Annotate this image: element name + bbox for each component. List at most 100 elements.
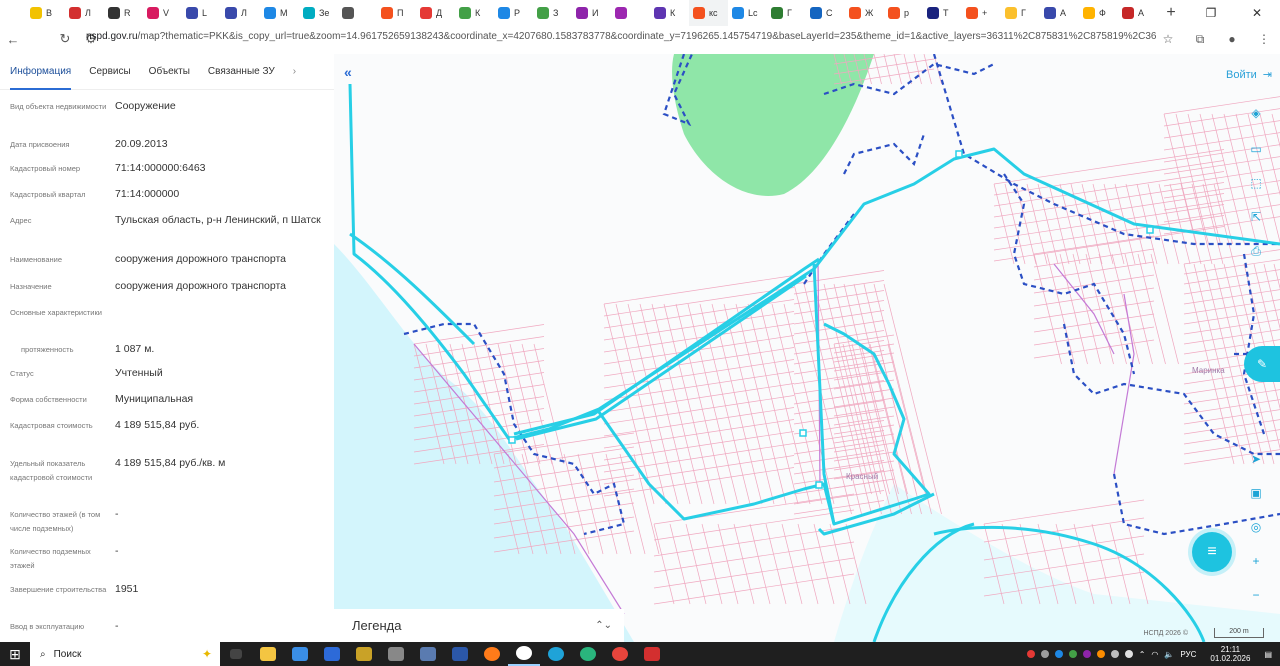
browser-tab[interactable]: R [104, 0, 143, 26]
property-value: сооружения дорожного транспорта [115, 280, 287, 292]
tab-objects[interactable]: Объекты [149, 60, 190, 83]
maps-app-icon[interactable] [572, 642, 604, 666]
clock[interactable]: 21:11 01.02.2026 [1210, 645, 1250, 663]
tab-related-parcels[interactable]: Связанные ЗУ [208, 60, 275, 83]
browser-tab[interactable]: С [806, 0, 845, 26]
share-icon[interactable]: ⇱ [1248, 210, 1264, 224]
settings-app-icon[interactable] [380, 642, 412, 666]
browser-tab[interactable]: Л [65, 0, 104, 26]
notifications-icon[interactable]: ▤ [1264, 650, 1272, 659]
tray-app-icon[interactable] [1096, 650, 1105, 658]
bookmark-star-icon[interactable]: ☆ [1152, 32, 1184, 46]
browser-tab[interactable]: М [260, 0, 299, 26]
edge-icon[interactable] [540, 642, 572, 666]
browser-tab[interactable]: П [377, 0, 416, 26]
legend-toggle-icon[interactable]: ⌃⌄ [595, 620, 612, 631]
browser-tab[interactable]: З [533, 0, 572, 26]
language-indicator[interactable]: РУС [1180, 650, 1196, 659]
new-tab-button[interactable]: + [1161, 4, 1181, 22]
point-marker [815, 481, 823, 489]
save-disk-icon[interactable] [444, 642, 476, 666]
zoom-out-icon[interactable]: − [1248, 588, 1264, 602]
browser-tab[interactable]: Зе [299, 0, 338, 26]
tab-title: Г [1021, 8, 1026, 18]
extensions-icon[interactable]: ⧉ [1184, 32, 1216, 47]
browser-tab[interactable]: Д [416, 0, 455, 26]
property-label: Кадастровый номер [10, 164, 81, 173]
profile-icon[interactable]: ● [1216, 32, 1248, 46]
menu-icon[interactable]: ⋮ [1248, 32, 1280, 46]
volume-icon[interactable]: 🔈 [1164, 650, 1174, 659]
back-arrow-icon[interactable]: ← [0, 32, 26, 47]
login-button[interactable]: Войти ⇥ [1226, 68, 1272, 82]
zoom-in-icon[interactable]: + [1248, 554, 1264, 568]
tray-app-icon[interactable] [1124, 650, 1133, 658]
browser-tab[interactable]: Л [221, 0, 260, 26]
browser-tab[interactable]: кс [689, 0, 728, 26]
cadastral-map[interactable]: « Войти ⇥ ◈ ▭ ⬚ ⇱ ⎙ ➤ ▣ ◎ + − ✎ ≡ Красны… [334, 54, 1280, 642]
chromium-app-icon[interactable] [508, 642, 540, 666]
browser-tab[interactable]: И [572, 0, 611, 26]
tabs-more-icon[interactable]: › [293, 66, 296, 77]
system-tray: ⌃ ◠ 🔈 РУС 21:11 01.02.2026 ▤ [1026, 642, 1280, 666]
browser-tab[interactable]: V [143, 0, 182, 26]
calculator-icon[interactable] [412, 642, 444, 666]
chrome-icon[interactable] [604, 642, 636, 666]
browser-tab[interactable]: + [962, 0, 1001, 26]
select-area-icon[interactable]: ⬚ [1248, 176, 1264, 190]
browser-tab[interactable]: Т [923, 0, 962, 26]
ruler-icon[interactable]: ▭ [1248, 142, 1264, 156]
tab-info[interactable]: Информация [10, 60, 72, 90]
minimap-icon[interactable]: ▣ [1248, 486, 1264, 500]
chat-assistant-icon[interactable]: ✎ [1244, 346, 1280, 382]
browser-tab[interactable]: А [1118, 0, 1157, 26]
tab-title: R [124, 8, 131, 18]
tab-title: В [46, 8, 53, 18]
browser-tab[interactable] [611, 0, 650, 26]
map-canvas[interactable] [334, 54, 1280, 642]
browser-tab[interactable]: К [455, 0, 494, 26]
browser-tab[interactable]: L [182, 0, 221, 26]
browser-tab[interactable]: Ж [845, 0, 884, 26]
taskbar-search[interactable]: ⌕ Поиск ✦ [30, 642, 220, 666]
layers-icon[interactable]: ◈ [1248, 106, 1264, 120]
firefox-icon[interactable] [476, 642, 508, 666]
tray-app-icon[interactable] [1040, 650, 1049, 658]
file-explorer-icon[interactable] [252, 642, 284, 666]
browser-tab[interactable]: Г [767, 0, 806, 26]
browser-tab[interactable]: А [1040, 0, 1079, 26]
legend-bar[interactable]: Легенда ⌃⌄ [334, 609, 624, 642]
close-window-icon[interactable]: ✕ [1234, 6, 1280, 20]
tray-app-icon[interactable] [1110, 650, 1119, 658]
browser-tab[interactable]: р [884, 0, 923, 26]
tray-chevron-icon[interactable]: ⌃ [1139, 650, 1146, 659]
menu-fab-icon[interactable]: ≡ [1192, 532, 1232, 572]
windows-start-icon[interactable]: ⊞ [0, 646, 30, 663]
mail-icon[interactable] [316, 642, 348, 666]
compass-icon[interactable]: ◎ [1248, 520, 1264, 534]
browser-tab[interactable] [338, 0, 377, 26]
print-icon[interactable]: ⎙ [1248, 244, 1264, 259]
tray-app-icon[interactable] [1068, 650, 1077, 658]
tab-services[interactable]: Сервисы [89, 60, 130, 83]
restore-window-icon[interactable]: ❐ [1188, 6, 1234, 20]
task-view-icon[interactable] [220, 642, 252, 666]
tray-app-icon[interactable] [1054, 650, 1063, 658]
locate-icon[interactable]: ➤ [1248, 452, 1264, 466]
url-field[interactable]: nspd.gov.ru/map?thematic=PKK&is_copy_url… [86, 31, 1156, 42]
property-value: 20.09.2013 [115, 138, 168, 150]
tray-app-icon[interactable] [1026, 650, 1035, 658]
collapse-panel-icon[interactable]: « [344, 64, 352, 80]
media-player-icon[interactable] [348, 642, 380, 666]
tray-app-icon[interactable] [1082, 650, 1091, 658]
store-icon[interactable] [284, 642, 316, 666]
browser-tab[interactable]: В [26, 0, 65, 26]
browser-tab[interactable]: Ф [1079, 0, 1118, 26]
reload-icon[interactable]: ↻ [52, 31, 78, 47]
wifi-icon[interactable]: ◠ [1151, 650, 1158, 659]
browser-tab[interactable]: К [650, 0, 689, 26]
browser-tab[interactable]: Lc [728, 0, 767, 26]
browser-tab[interactable]: Р [494, 0, 533, 26]
pdf-reader-icon[interactable] [636, 642, 668, 666]
browser-tab[interactable]: Г [1001, 0, 1040, 26]
